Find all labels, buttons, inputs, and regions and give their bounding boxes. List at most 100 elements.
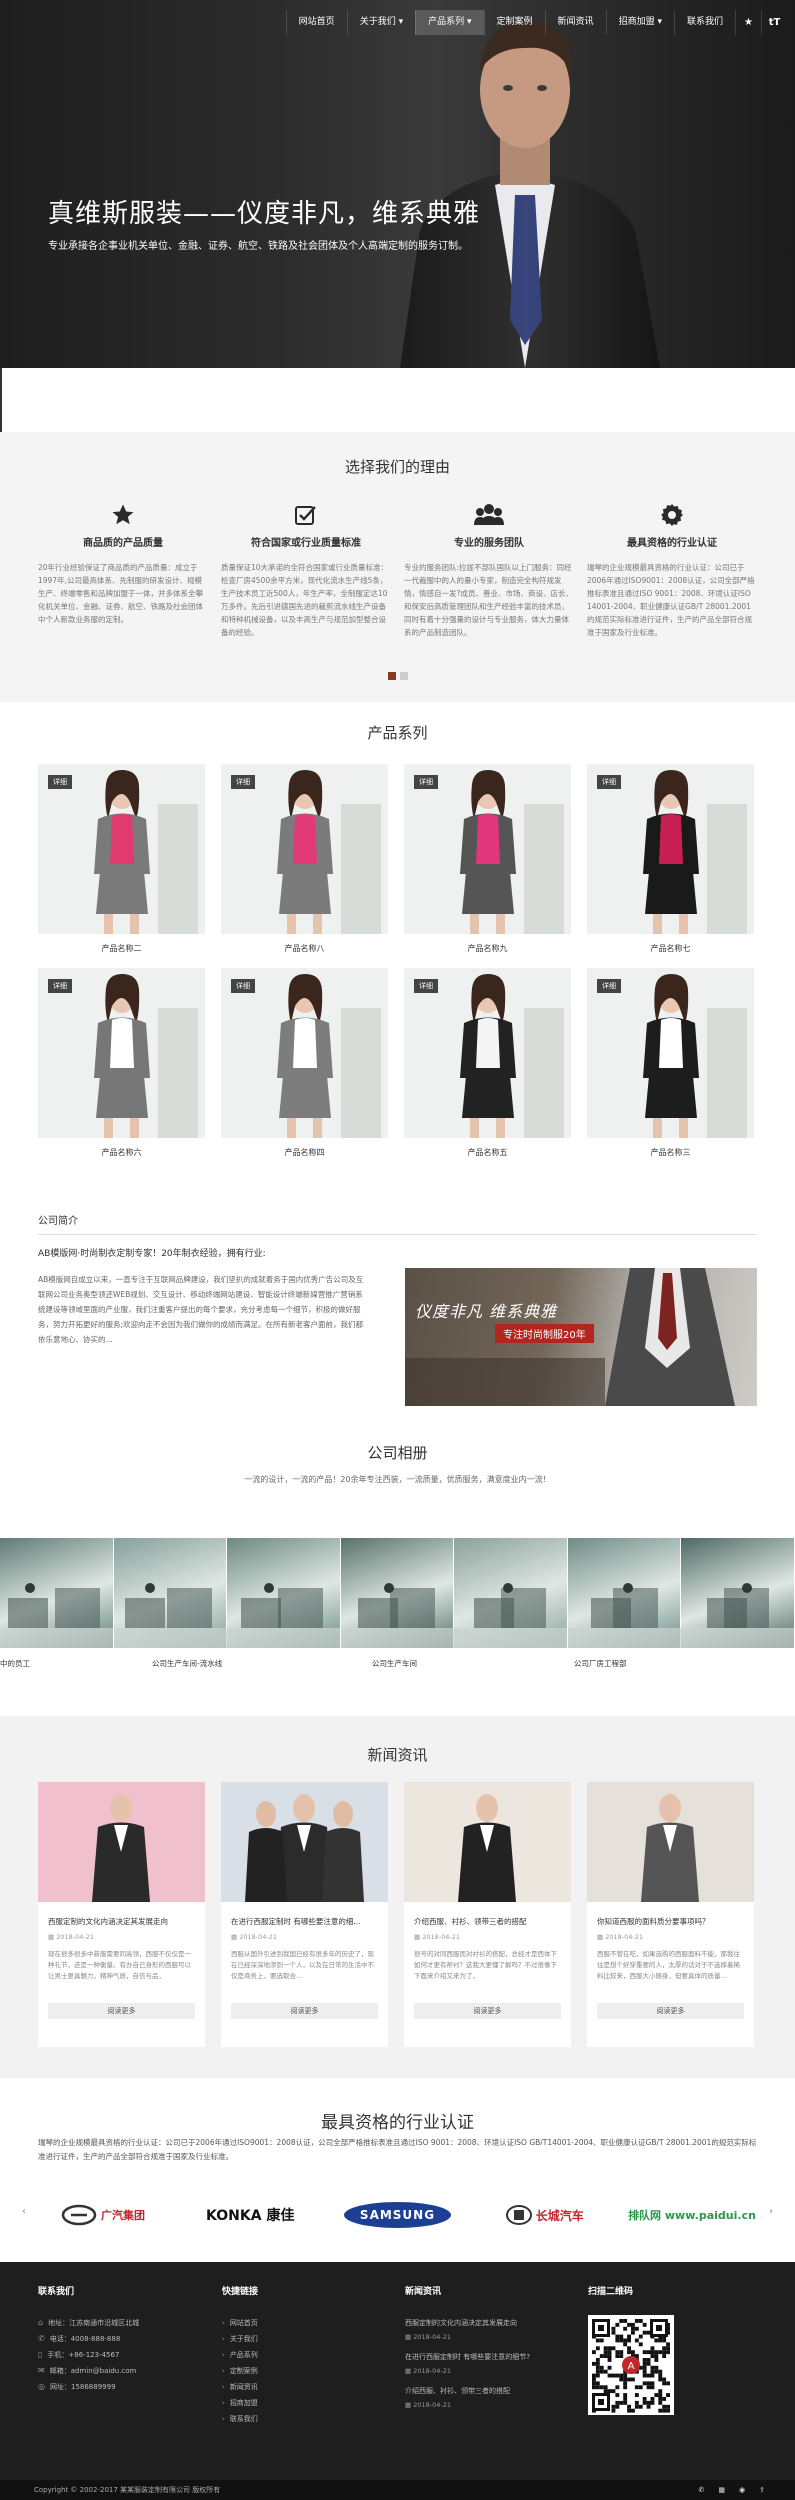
footer-link[interactable]: › 关于我们	[222, 2331, 382, 2347]
carousel-dot[interactable]	[399, 672, 408, 680]
product-card[interactable]: 详细产品名称八	[221, 764, 388, 954]
product-name[interactable]: 产品名称二	[38, 943, 205, 954]
product-card[interactable]: 详细产品名称六	[38, 968, 205, 1158]
detail-tag[interactable]: 详细	[48, 775, 72, 789]
phone-icon[interactable]: ✆	[699, 2480, 705, 2500]
location-icon[interactable]: ◉	[739, 2480, 745, 2500]
news-image[interactable]	[587, 1782, 754, 1902]
news-title[interactable]: 介绍西服、衬衫、领带三者的搭配	[404, 1902, 571, 1927]
logo-text: 广汽集团	[101, 2209, 145, 2222]
album-photo[interactable]	[0, 1538, 114, 1648]
product-image[interactable]: 详细	[38, 968, 205, 1138]
product-image[interactable]: 详细	[587, 968, 754, 1138]
product-card[interactable]: 详细产品名称四	[221, 968, 388, 1158]
album-carousel[interactable]	[0, 1538, 795, 1648]
partner-logo-samsung[interactable]: SAMSUNG	[333, 2195, 463, 2235]
product-image[interactable]: 详细	[221, 764, 388, 934]
footer-news-title[interactable]: 西服定制的文化内涵决定其发展走向	[405, 2315, 565, 2331]
font-size-icon[interactable]: tT	[761, 10, 787, 35]
product-image[interactable]: 详细	[38, 764, 205, 934]
about-banner-image[interactable]: 仪度非凡 维系典雅 专注时尚制服20年	[405, 1268, 757, 1406]
nav-item-news[interactable]: 新闻资讯	[544, 10, 606, 35]
product-name[interactable]: 产品名称六	[38, 1147, 205, 1158]
nav-item-contact[interactable]: 联系我们	[673, 10, 735, 35]
album-photo[interactable]	[681, 1538, 795, 1648]
qr-icon[interactable]: ▦	[718, 2480, 725, 2500]
product-name[interactable]: 产品名称五	[404, 1147, 571, 1158]
news-image[interactable]	[404, 1782, 571, 1902]
reasons-section: 选择我们的理由 商品质的产品质量 20年行业经验保证了商品质的产品质量：成立于1…	[0, 432, 795, 702]
footer-link[interactable]: › 定制案例	[222, 2363, 382, 2379]
chevron-right-icon[interactable]: ›	[769, 2206, 773, 2217]
chevron-left-icon[interactable]: ‹	[22, 2206, 26, 2217]
news-card[interactable]: 你知道西服的面料质分要事项吗？ ▦ 2018-04-21 西服不管在吃，如果选购的西…	[587, 1782, 754, 2047]
detail-tag[interactable]: 详细	[414, 775, 438, 789]
read-more-button[interactable]: 阅读更多	[231, 2003, 378, 2019]
read-more-button[interactable]: 阅读更多	[48, 2003, 195, 2019]
product-name[interactable]: 产品名称七	[587, 943, 754, 954]
album-photo[interactable]	[454, 1538, 568, 1648]
detail-tag[interactable]: 详细	[231, 775, 255, 789]
product-name[interactable]: 产品名称八	[221, 943, 388, 954]
footer-link[interactable]: › 新闻资讯	[222, 2379, 382, 2395]
album-photo[interactable]	[340, 1538, 454, 1648]
nav-item-franchise[interactable]: 招商加盟 ▾	[605, 10, 674, 35]
album-photo[interactable]	[227, 1538, 341, 1648]
product-image[interactable]: 详细	[404, 764, 571, 934]
news-image[interactable]	[38, 1782, 205, 1902]
news-title[interactable]: 你知道西服的面料质分要事项吗？	[587, 1902, 754, 1927]
nav-item-products[interactable]: 产品系列 ▾	[415, 10, 484, 35]
news-image[interactable]	[221, 1782, 388, 1902]
footer-link[interactable]: › 招商加盟	[222, 2395, 382, 2411]
footer-link[interactable]: › 产品系列	[222, 2347, 382, 2363]
product-image[interactable]: 详细	[587, 764, 754, 934]
album-caption: 公司厂房工程部	[574, 1659, 627, 1668]
detail-tag[interactable]: 详细	[597, 775, 621, 789]
partner-logo-gac[interactable]: 广汽集团	[38, 2195, 168, 2235]
footer-link[interactable]: › 网站首页	[222, 2315, 382, 2331]
nav-item-cases[interactable]: 定制案例	[483, 10, 545, 35]
share-icon[interactable]: ⇪	[759, 2480, 765, 2500]
partner-logo-paidui[interactable]: 排队网 www.paidui.cn	[627, 2195, 757, 2235]
product-card[interactable]: 详细产品名称九	[404, 764, 571, 954]
partner-logo-konka[interactable]: KONKA 康佳	[185, 2195, 315, 2235]
read-more-button[interactable]: 阅读更多	[414, 2003, 561, 2019]
product-card[interactable]: 详细产品名称二	[38, 764, 205, 954]
product-name[interactable]: 产品名称四	[221, 1147, 388, 1158]
news-title[interactable]: 西服定制的文化内涵决定其发展走向	[38, 1902, 205, 1927]
banner-title: 仪度非凡 维系典雅	[415, 1302, 558, 1321]
news-card[interactable]: 西服定制的文化内涵决定其发展走向 ▦ 2018-04-21 现在很多很多中新服需要同…	[38, 1782, 205, 2047]
chevron-right-icon: ›	[222, 2367, 225, 2375]
album-photo[interactable]	[567, 1538, 681, 1648]
carousel-dot-active[interactable]	[387, 672, 396, 680]
product-image[interactable]: 详细	[221, 968, 388, 1138]
nav-item-about[interactable]: 关于我们 ▾	[346, 10, 415, 35]
product-card[interactable]: 详细产品名称五	[404, 968, 571, 1158]
detail-tag[interactable]: 详细	[231, 979, 255, 993]
news-photo-illustration	[458, 1794, 516, 1902]
news-card[interactable]: 在进行西服定制时 有哪些要注意的细... ▦ 2018-04-21 西服从国外引进到…	[221, 1782, 388, 2047]
news-title[interactable]: 在进行西服定制时 有哪些要注意的细...	[221, 1902, 388, 1927]
nav-label: 关于我们	[359, 17, 396, 27]
detail-tag[interactable]: 详细	[414, 979, 438, 993]
contact-text: 手机：+86-123-4567	[47, 2351, 120, 2359]
footer-link-label: 网站首页	[229, 2319, 258, 2327]
calendar-icon: ▦	[405, 2401, 414, 2409]
album-photo[interactable]	[113, 1538, 227, 1648]
product-name[interactable]: 产品名称三	[587, 1147, 754, 1158]
footer-news-title[interactable]: 介绍西服、衬衫、领带三者的搭配	[405, 2383, 565, 2399]
nav-item-home[interactable]: 网站首页	[285, 10, 347, 35]
product-card[interactable]: 详细产品名称七	[587, 764, 754, 954]
star-icon[interactable]: ★	[735, 10, 761, 35]
news-card[interactable]: 介绍西服、衬衫、领带三者的搭配 ▦ 2018-04-21 很号的对同西服而对衬衫的搭…	[404, 1782, 571, 2047]
read-more-button[interactable]: 阅读更多	[597, 2003, 744, 2019]
partner-logo-greatwall[interactable]: 长城汽车	[480, 2195, 610, 2235]
footer-news-title[interactable]: 在进行西服定制时 有哪些要注意的细节?	[405, 2349, 565, 2365]
footer-links: 快捷链接 › 网站首页 › 关于我们 › 产品系列 › 定制案例 › 新闻资讯 › 招商加盟 › 联系我们	[222, 2284, 382, 2427]
detail-tag[interactable]: 详细	[48, 979, 72, 993]
product-image[interactable]: 详细	[404, 968, 571, 1138]
product-card[interactable]: 详细产品名称三	[587, 968, 754, 1158]
product-name[interactable]: 产品名称九	[404, 943, 571, 954]
detail-tag[interactable]: 详细	[597, 979, 621, 993]
footer-link[interactable]: › 联系我们	[222, 2411, 382, 2427]
